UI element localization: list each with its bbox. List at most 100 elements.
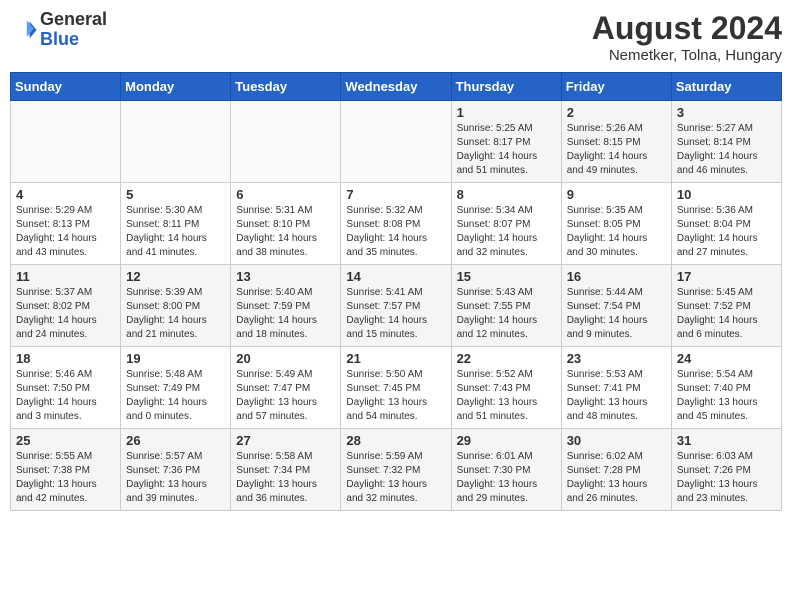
day-cell-12: 12 Sunrise: 5:39 AM Sunset: 8:00 PM Dayli… (121, 265, 231, 347)
day-number: 30 (567, 433, 666, 448)
day-number: 3 (677, 105, 776, 120)
empty-cell (121, 101, 231, 183)
day-info: Sunrise: 5:31 AM Sunset: 8:10 PM Dayligh… (236, 204, 335, 260)
day-info: Sunrise: 5:54 AM Sunset: 7:40 PM Dayligh… (677, 368, 776, 424)
day-info: Sunrise: 5:29 AM Sunset: 8:13 PM Dayligh… (16, 204, 115, 260)
day-cell-28: 28 Sunrise: 5:59 AM Sunset: 7:32 PM Dayli… (341, 429, 451, 511)
day-info: Sunrise: 5:25 AM Sunset: 8:17 PM Dayligh… (457, 122, 556, 178)
day-info: Sunrise: 5:48 AM Sunset: 7:49 PM Dayligh… (126, 368, 225, 424)
logo: General Blue (10, 10, 107, 50)
day-number: 2 (567, 105, 666, 120)
location: Nemetker, Tolna, Hungary (592, 47, 782, 64)
month-year: August 2024 (592, 10, 782, 47)
day-cell-2: 2 Sunrise: 5:26 AM Sunset: 8:15 PM Daylig… (561, 101, 671, 183)
day-number: 8 (457, 187, 556, 202)
day-info: Sunrise: 6:01 AM Sunset: 7:30 PM Dayligh… (457, 450, 556, 506)
page-header: General Blue August 2024 Nemetker, Tolna… (10, 10, 782, 64)
day-cell-19: 19 Sunrise: 5:48 AM Sunset: 7:49 PM Dayli… (121, 347, 231, 429)
day-info: Sunrise: 5:30 AM Sunset: 8:11 PM Dayligh… (126, 204, 225, 260)
day-number: 25 (16, 433, 115, 448)
day-number: 24 (677, 351, 776, 366)
day-number: 27 (236, 433, 335, 448)
day-info: Sunrise: 5:34 AM Sunset: 8:07 PM Dayligh… (457, 204, 556, 260)
day-number: 7 (346, 187, 445, 202)
day-info: Sunrise: 5:43 AM Sunset: 7:55 PM Dayligh… (457, 286, 556, 342)
week-row-2: 4 Sunrise: 5:29 AM Sunset: 8:13 PM Daylig… (11, 183, 782, 265)
day-cell-20: 20Sunrise: 5:49 AM Sunset: 7:47 PM Dayli… (231, 347, 341, 429)
day-cell-17: 17Sunrise: 5:45 AM Sunset: 7:52 PM Dayli… (671, 265, 781, 347)
weekday-header-thursday: Thursday (451, 73, 561, 101)
day-cell-30: 30 Sunrise: 6:02 AM Sunset: 7:28 PM Dayli… (561, 429, 671, 511)
day-number: 9 (567, 187, 666, 202)
day-cell-14: 14Sunrise: 5:41 AM Sunset: 7:57 PM Dayli… (341, 265, 451, 347)
day-cell-21: 21 Sunrise: 5:50 AM Sunset: 7:45 PM Dayli… (341, 347, 451, 429)
day-cell-31: 31 Sunrise: 6:03 AM Sunset: 7:26 PM Dayli… (671, 429, 781, 511)
day-number: 1 (457, 105, 556, 120)
day-info: Sunrise: 5:55 AM Sunset: 7:38 PM Dayligh… (16, 450, 115, 506)
day-info: Sunrise: 5:40 AM Sunset: 7:59 PM Dayligh… (236, 286, 335, 342)
day-cell-13: 13 Sunrise: 5:40 AM Sunset: 7:59 PM Dayli… (231, 265, 341, 347)
day-cell-8: 8 Sunrise: 5:34 AM Sunset: 8:07 PM Daylig… (451, 183, 561, 265)
logo-text: General Blue (40, 10, 107, 50)
day-info: Sunrise: 5:53 AM Sunset: 7:41 PM Dayligh… (567, 368, 666, 424)
day-number: 31 (677, 433, 776, 448)
day-info: Sunrise: 5:35 AM Sunset: 8:05 PM Dayligh… (567, 204, 666, 260)
day-cell-15: 15 Sunrise: 5:43 AM Sunset: 7:55 PM Dayli… (451, 265, 561, 347)
day-cell-10: 10Sunrise: 5:36 AM Sunset: 8:04 PM Dayli… (671, 183, 781, 265)
day-number: 26 (126, 433, 225, 448)
week-row-3: 11 Sunrise: 5:37 AM Sunset: 8:02 PM Dayli… (11, 265, 782, 347)
day-info: Sunrise: 5:39 AM Sunset: 8:00 PM Dayligh… (126, 286, 225, 342)
weekday-header-saturday: Saturday (671, 73, 781, 101)
day-info: Sunrise: 6:03 AM Sunset: 7:26 PM Dayligh… (677, 450, 776, 506)
day-number: 4 (16, 187, 115, 202)
day-info: Sunrise: 5:50 AM Sunset: 7:45 PM Dayligh… (346, 368, 445, 424)
weekday-header-row: SundayMondayTuesdayWednesdayThursdayFrid… (11, 73, 782, 101)
weekday-header-sunday: Sunday (11, 73, 121, 101)
day-number: 5 (126, 187, 225, 202)
day-number: 28 (346, 433, 445, 448)
weekday-header-wednesday: Wednesday (341, 73, 451, 101)
day-info: Sunrise: 6:02 AM Sunset: 7:28 PM Dayligh… (567, 450, 666, 506)
day-info: Sunrise: 5:58 AM Sunset: 7:34 PM Dayligh… (236, 450, 335, 506)
day-info: Sunrise: 5:57 AM Sunset: 7:36 PM Dayligh… (126, 450, 225, 506)
day-info: Sunrise: 5:37 AM Sunset: 8:02 PM Dayligh… (16, 286, 115, 342)
day-cell-27: 27 Sunrise: 5:58 AM Sunset: 7:34 PM Dayli… (231, 429, 341, 511)
day-info: Sunrise: 5:41 AM Sunset: 7:57 PM Dayligh… (346, 286, 445, 342)
day-cell-23: 23 Sunrise: 5:53 AM Sunset: 7:41 PM Dayli… (561, 347, 671, 429)
week-row-4: 18 Sunrise: 5:46 AM Sunset: 7:50 PM Dayli… (11, 347, 782, 429)
day-cell-11: 11 Sunrise: 5:37 AM Sunset: 8:02 PM Dayli… (11, 265, 121, 347)
day-number: 23 (567, 351, 666, 366)
weekday-header-monday: Monday (121, 73, 231, 101)
day-cell-1: 1 Sunrise: 5:25 AM Sunset: 8:17 PM Daylig… (451, 101, 561, 183)
weekday-header-friday: Friday (561, 73, 671, 101)
empty-cell (341, 101, 451, 183)
day-info: Sunrise: 5:59 AM Sunset: 7:32 PM Dayligh… (346, 450, 445, 506)
day-cell-24: 24 Sunrise: 5:54 AM Sunset: 7:40 PM Dayli… (671, 347, 781, 429)
day-info: Sunrise: 5:27 AM Sunset: 8:14 PM Dayligh… (677, 122, 776, 178)
day-number: 15 (457, 269, 556, 284)
day-info: Sunrise: 5:32 AM Sunset: 8:08 PM Dayligh… (346, 204, 445, 260)
day-info: Sunrise: 5:26 AM Sunset: 8:15 PM Dayligh… (567, 122, 666, 178)
day-cell-4: 4 Sunrise: 5:29 AM Sunset: 8:13 PM Daylig… (11, 183, 121, 265)
day-cell-25: 25 Sunrise: 5:55 AM Sunset: 7:38 PM Dayli… (11, 429, 121, 511)
day-number: 18 (16, 351, 115, 366)
day-number: 10 (677, 187, 776, 202)
day-cell-16: 16Sunrise: 5:44 AM Sunset: 7:54 PM Dayli… (561, 265, 671, 347)
day-number: 22 (457, 351, 556, 366)
title-block: August 2024 Nemetker, Tolna, Hungary (592, 10, 782, 64)
day-cell-5: 5 Sunrise: 5:30 AM Sunset: 8:11 PM Daylig… (121, 183, 231, 265)
week-row-1: 1 Sunrise: 5:25 AM Sunset: 8:17 PM Daylig… (11, 101, 782, 183)
day-number: 19 (126, 351, 225, 366)
day-number: 13 (236, 269, 335, 284)
day-cell-18: 18 Sunrise: 5:46 AM Sunset: 7:50 PM Dayli… (11, 347, 121, 429)
day-info: Sunrise: 5:46 AM Sunset: 7:50 PM Dayligh… (16, 368, 115, 424)
day-number: 11 (16, 269, 115, 284)
day-cell-29: 29 Sunrise: 6:01 AM Sunset: 7:30 PM Dayli… (451, 429, 561, 511)
day-number: 21 (346, 351, 445, 366)
weekday-header-tuesday: Tuesday (231, 73, 341, 101)
day-cell-6: 6Sunrise: 5:31 AM Sunset: 8:10 PM Daylig… (231, 183, 341, 265)
day-number: 29 (457, 433, 556, 448)
day-number: 20 (236, 351, 335, 366)
day-number: 12 (126, 269, 225, 284)
day-cell-26: 26 Sunrise: 5:57 AM Sunset: 7:36 PM Dayli… (121, 429, 231, 511)
